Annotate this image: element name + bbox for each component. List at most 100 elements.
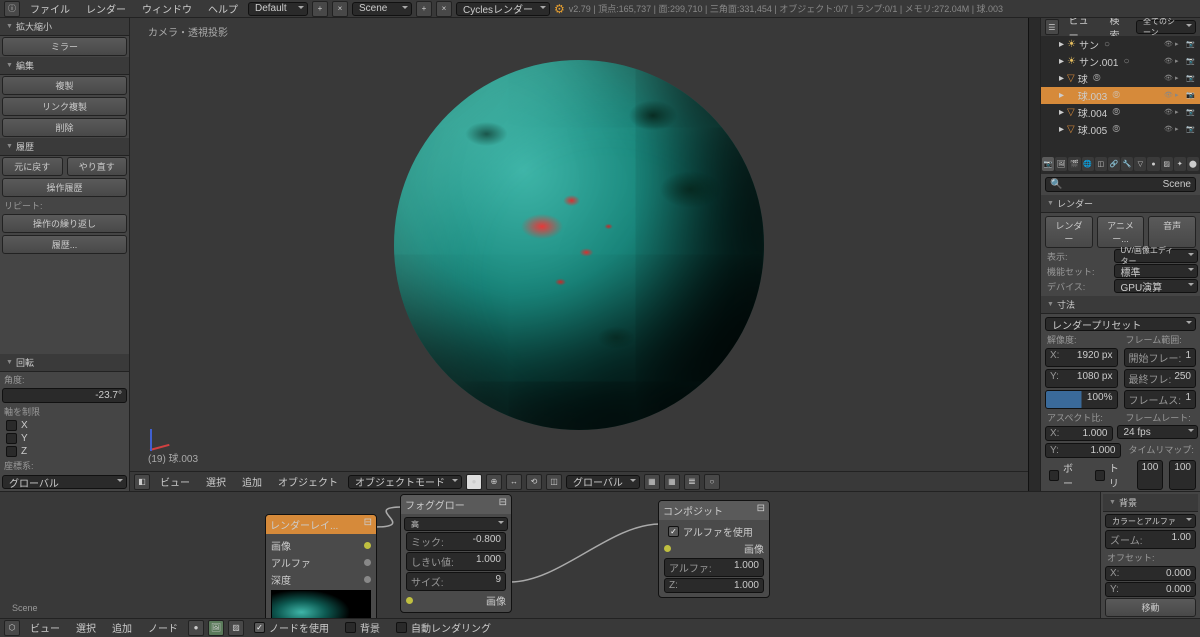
add-menu[interactable]: 追加 — [236, 472, 268, 491]
layers-icon[interactable]: ▦ — [644, 474, 660, 490]
pivot-icon[interactable]: ⊕ — [486, 474, 502, 490]
node-header[interactable]: フォググロー⊟ — [401, 495, 511, 514]
compositing-tree-icon[interactable]: 🖼 — [208, 620, 224, 636]
outliner-editor-icon[interactable]: ☰ — [1045, 19, 1059, 35]
delete-button[interactable]: 削除 — [2, 118, 127, 137]
select-menu[interactable]: 選択 — [200, 472, 232, 491]
animation-button[interactable]: アニメー... — [1097, 216, 1145, 248]
menu-window[interactable]: ウィンドウ — [136, 0, 198, 18]
output-socket[interactable] — [364, 559, 371, 566]
scene-selector[interactable]: Scene — [352, 2, 412, 16]
redo-button[interactable]: やり直す — [67, 157, 128, 176]
border-check[interactable]: ボー — [1043, 459, 1087, 491]
editor-type-3dview-icon[interactable]: ◧ — [134, 474, 150, 490]
render-panel-header[interactable]: レンダー — [1041, 195, 1200, 213]
frame-end-field[interactable]: 最終フレ:250 — [1124, 369, 1197, 388]
ne-view-menu[interactable]: ビュー — [24, 618, 66, 637]
outliner-item[interactable]: ▸▽球.003⦾👁▸📷 — [1041, 87, 1200, 104]
outliner-item[interactable]: ▸▽球⦾👁▸📷 — [1041, 70, 1200, 87]
texture-tab-icon[interactable]: ▨ — [1161, 157, 1173, 171]
res-percent-field[interactable]: 100% — [1045, 390, 1118, 409]
zoom-panel-header[interactable]: 拡大縮小 — [0, 18, 129, 36]
view-menu[interactable]: ビュー — [154, 472, 196, 491]
axis-z-check[interactable]: Z — [0, 445, 129, 458]
move-button[interactable]: 移動 — [1105, 598, 1196, 617]
display-mode-selector[interactable]: UV/画像エディター — [1114, 249, 1199, 263]
fps-selector[interactable]: 24 fps — [1117, 425, 1199, 439]
use-nodes-check[interactable]: ノードを使用 — [248, 619, 335, 636]
proportional-icon[interactable]: ○ — [704, 474, 720, 490]
duplicate-button[interactable]: 複製 — [2, 76, 127, 95]
glare-mix-field[interactable]: ミック:-0.800 — [406, 532, 506, 551]
del-scene-icon[interactable]: × — [436, 1, 452, 17]
del-layout-icon[interactable]: × — [332, 1, 348, 17]
featureset-selector[interactable]: 標準 — [1114, 264, 1199, 278]
add-layout-icon[interactable]: + — [312, 1, 328, 17]
auto-render-check[interactable]: 自動レンダリング — [390, 619, 497, 636]
glare-size-field[interactable]: サイズ:9 — [406, 572, 506, 591]
remap-old-field[interactable]: 100 — [1137, 460, 1164, 490]
audio-button[interactable]: 音声 — [1148, 216, 1196, 248]
angle-field[interactable]: -23.7° — [2, 388, 127, 403]
menu-render[interactable]: レンダー — [80, 0, 132, 18]
repeat-last-button[interactable]: 操作の繰り返し — [2, 214, 127, 233]
world-tab-icon[interactable]: 🌐 — [1082, 157, 1094, 171]
node-editor-area[interactable]: Scene レンダーレイ...⊟ 画像 アルファ 深度 Scene フォググロー… — [0, 492, 1200, 618]
physics-tab-icon[interactable]: ⬤ — [1187, 157, 1199, 171]
add-scene-icon[interactable]: + — [416, 1, 432, 17]
history-panel-header[interactable]: 履歴 — [0, 138, 129, 156]
backdrop-check[interactable]: 背景 — [339, 619, 386, 636]
output-socket[interactable] — [364, 542, 371, 549]
ne-node-menu[interactable]: ノード — [142, 618, 184, 637]
mirror-button[interactable]: ミラー — [2, 37, 127, 56]
object-menu[interactable]: オブジェクト — [272, 472, 344, 491]
render-button[interactable]: レンダー — [1045, 216, 1093, 248]
composite-alpha-field[interactable]: アルファ:1.000 — [664, 558, 764, 577]
manipulator-scale-icon[interactable]: ◫ — [546, 474, 562, 490]
dimensions-panel-header[interactable]: 寸法 — [1041, 296, 1200, 314]
node-header[interactable]: レンダーレイ...⊟ — [266, 515, 376, 534]
duplicate-linked-button[interactable]: リンク複製 — [2, 97, 127, 116]
render-preset-selector[interactable]: レンダープリセット — [1045, 317, 1196, 331]
menu-help[interactable]: ヘルプ — [202, 0, 244, 18]
outliner-item[interactable]: ▸▽球.004⦾👁▸📷 — [1041, 104, 1200, 121]
particles-tab-icon[interactable]: ✦ — [1174, 157, 1186, 171]
offset-y-field[interactable]: Y:0.000 — [1105, 582, 1196, 597]
outliner-item[interactable]: ▸☀サン○👁▸📷 — [1041, 36, 1200, 53]
frame-start-field[interactable]: 開始フレー:1 — [1124, 348, 1197, 367]
use-alpha-check[interactable]: アルファを使用 — [662, 523, 766, 540]
transform-orientation[interactable]: グローバル — [566, 475, 640, 489]
glare-node[interactable]: フォググロー⊟ 高 ミック:-0.800 しきい値:1.000 サイズ:9 画像 — [400, 494, 512, 613]
outliner-item[interactable]: ▸▽球.005⦾👁▸📷 — [1041, 121, 1200, 138]
constraints-tab-icon[interactable]: 🔗 — [1108, 157, 1120, 171]
res-y-field[interactable]: Y:1080 px — [1045, 369, 1118, 388]
manipulator-rot-icon[interactable]: ⟲ — [526, 474, 542, 490]
color-alpha-selector[interactable]: カラーとアルファ — [1105, 514, 1196, 528]
edit-panel-header[interactable]: 編集 — [0, 57, 129, 75]
undo-button[interactable]: 元に戻す — [2, 157, 63, 176]
bg-panel-header[interactable]: 背景 — [1103, 494, 1198, 512]
frame-step-field[interactable]: フレームス:1 — [1124, 390, 1197, 409]
outliner-tree[interactable]: ▸☀サン○👁▸📷▸☀サン.001○👁▸📷▸▽球⦾👁▸📷▸▽球.003⦾👁▸📷▸▽… — [1041, 36, 1200, 156]
output-socket[interactable] — [364, 576, 371, 583]
object-tab-icon[interactable]: ◫ — [1095, 157, 1107, 171]
axis-y-check[interactable]: Y — [0, 432, 129, 445]
glare-quality-selector[interactable]: 高 — [404, 517, 508, 531]
remap-new-field[interactable]: 100 — [1169, 460, 1196, 490]
node-editor-icon[interactable]: ⬡ — [4, 620, 20, 636]
shader-tree-icon[interactable]: ● — [188, 620, 204, 636]
ne-select-menu[interactable]: 選択 — [70, 618, 102, 637]
snap-icon[interactable]: 𝌆 — [684, 474, 700, 490]
aspect-x-field[interactable]: X:1.000 — [1045, 426, 1113, 441]
render-layers-node[interactable]: レンダーレイ...⊟ 画像 アルファ 深度 Scene — [265, 514, 377, 618]
glare-threshold-field[interactable]: しきい値:1.000 — [406, 552, 506, 571]
orientation-selector[interactable]: グローバル — [2, 475, 127, 489]
manipulator-icon[interactable]: ↔ — [506, 474, 522, 490]
scene-tab-icon[interactable]: 🎬 — [1068, 157, 1080, 171]
data-tab-icon[interactable]: ▽ — [1134, 157, 1146, 171]
menu-file[interactable]: ファイル — [24, 0, 76, 18]
outliner-item[interactable]: ▸☀サン.001○👁▸📷 — [1041, 53, 1200, 70]
layers-icon-2[interactable]: ▦ — [664, 474, 680, 490]
aspect-y-field[interactable]: Y:1.000 — [1045, 443, 1121, 458]
op-history-button[interactable]: 操作履歴 — [2, 178, 127, 197]
